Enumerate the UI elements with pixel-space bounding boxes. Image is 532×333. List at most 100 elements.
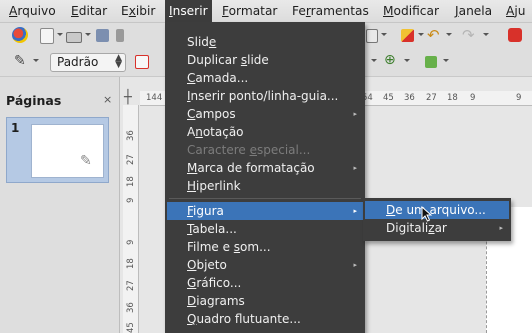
menu-modificar-accel: M — [383, 4, 394, 18]
menu-item-digitalizar[interactable]: Digitalizar ▸ — [365, 219, 509, 237]
menu-formatar-accel: F — [222, 4, 229, 18]
menu-exibir[interactable]: Exibir — [117, 0, 159, 22]
item-text: iperlink — [196, 179, 241, 193]
pages-pane-title: Páginas — [6, 93, 62, 108]
select-dropdown-icon[interactable] — [33, 59, 39, 62]
vertical-ruler[interactable]: 36 27 18 9 9 18 27 36 45 — [123, 105, 139, 333]
clone-formatting-icon[interactable] — [401, 29, 414, 42]
line-style-value: Padrão — [57, 55, 99, 69]
menu-inserir[interactable]: Inserir — [165, 0, 212, 22]
feather-icon: ✎ — [80, 153, 92, 169]
menu-item-slide[interactable]: Slide — [167, 33, 216, 51]
menu-editar[interactable]: Editar — [67, 0, 111, 22]
template-dropdown-icon[interactable] — [57, 33, 63, 36]
menu-janela[interactable]: Janela — [451, 0, 496, 22]
item-text: ar — [434, 221, 447, 235]
ruler-tick: 45 — [126, 322, 136, 333]
item-text: abela... — [192, 222, 237, 236]
template-icon[interactable] — [40, 28, 54, 44]
ruler-tick: 144 — [146, 93, 163, 103]
menu-modificar[interactable]: Modificar — [379, 0, 443, 22]
menu-item-hiperlink[interactable]: Hiperlink — [167, 177, 241, 195]
menu-ajuda[interactable]: Aju — [502, 0, 529, 22]
save-icon[interactable] — [96, 29, 109, 42]
item-text: ampos — [195, 107, 236, 121]
redo-dropdown-icon[interactable] — [483, 33, 489, 36]
menu-item-tabela[interactable]: Tabela... — [167, 220, 237, 238]
area-style-icon[interactable] — [135, 55, 149, 69]
item-text: igura — [193, 204, 224, 218]
item-text: uadro flutuante... — [196, 312, 301, 326]
slide-thumbnail[interactable]: 1 ✎ — [6, 117, 109, 183]
item-accel: H — [187, 179, 197, 193]
menu-exibir-accel: x — [128, 4, 136, 18]
redo-icon[interactable]: ↷ — [462, 26, 475, 44]
menu-exibir-label: ibir — [135, 4, 156, 18]
ruler-tick: 18 — [126, 258, 136, 269]
open-dropdown-icon[interactable] — [85, 33, 91, 36]
menu-item-figura[interactable]: Figura ▸ — [167, 202, 363, 220]
item-text: Caractere — [187, 143, 250, 157]
undo-dropdown-icon[interactable] — [446, 33, 452, 36]
paste-icon[interactable] — [366, 29, 378, 43]
item-text: nserir ponto/linha-guia... — [190, 89, 339, 103]
item-text: Slid — [187, 35, 209, 49]
chart-icon[interactable] — [508, 28, 522, 42]
open-icon[interactable] — [66, 32, 82, 43]
menu-item-marca-formatacao[interactable]: Marca de formatação ▸ — [167, 159, 363, 177]
item-accel: e — [249, 143, 257, 157]
menu-item-filme-som[interactable]: Filme e som... — [167, 238, 271, 256]
select-arrow-icon[interactable]: ✎ — [14, 53, 26, 69]
new-document-icon[interactable] — [12, 27, 28, 43]
menu-item-camada[interactable]: Camada... — [167, 69, 248, 87]
menu-item-anotacao[interactable]: Anotação — [167, 123, 244, 141]
menu-ferramentas-pre: Fe — [292, 4, 306, 18]
item-accel: e — [208, 35, 217, 49]
menu-item-caractere-especial: Caractere especial... — [167, 141, 310, 159]
figura-submenu: De um arquivo... Digitalizar ▸ — [363, 198, 511, 241]
insert-menu: Slide Duplicar slide Camada... Inserir p… — [165, 22, 365, 333]
arrow-style-dropdown-icon[interactable] — [371, 59, 377, 62]
item-text: iagrams — [196, 294, 245, 308]
menu-item-diagrams[interactable]: Diagrams — [167, 292, 245, 310]
item-text: bjeto — [196, 258, 227, 272]
menu-editar-label: ditar — [78, 4, 108, 18]
export-icon[interactable] — [116, 29, 124, 42]
menu-item-duplicar-slide[interactable]: Duplicar slide — [167, 51, 269, 69]
item-text: arca de formatação — [197, 161, 315, 175]
spin-arrows-icon: ▲ ▼ — [115, 53, 122, 70]
item-text: om... — [240, 240, 271, 254]
menu-arquivo[interactable]: Arquivo — [5, 0, 60, 22]
slide-number: 1 — [11, 121, 20, 135]
menu-formatar[interactable]: Formatar — [218, 0, 281, 22]
submenu-arrow-icon: ▸ — [353, 164, 357, 172]
line-style-select[interactable]: Padrão ▲ ▼ — [50, 53, 126, 72]
crosshair-icon[interactable]: ⊕ — [384, 52, 396, 68]
undo-icon[interactable]: ↶ — [427, 26, 440, 44]
shape-dropdown-icon[interactable] — [443, 59, 449, 62]
item-text: Filme e — [187, 240, 234, 254]
paste-dropdown-icon[interactable] — [381, 33, 387, 36]
menu-formatar-label: ormatar — [228, 4, 278, 18]
close-icon[interactable]: × — [103, 93, 112, 106]
item-text: A — [187, 125, 196, 139]
slide-preview: ✎ — [31, 124, 104, 178]
menu-modificar-label: odificar — [393, 4, 439, 18]
ruler-tick: 9 — [126, 239, 136, 245]
clone-dropdown-icon[interactable] — [418, 33, 424, 36]
menu-ferramentas[interactable]: Ferramentas — [288, 0, 373, 22]
ruler-tick: 36 — [126, 302, 136, 313]
menu-item-grafico[interactable]: Gráfico... — [167, 274, 241, 292]
menu-item-objeto[interactable]: Objeto ▸ — [167, 256, 363, 274]
crosshair-dropdown-icon[interactable] — [404, 59, 410, 62]
menu-item-campos[interactable]: Campos ▸ — [167, 105, 363, 123]
menu-item-de-um-arquivo[interactable]: De um arquivo... — [365, 201, 509, 219]
menu-separator — [169, 198, 361, 199]
menubar: Arquivo Editar Exibir Inserir Formatar F… — [0, 0, 532, 23]
menu-item-quadro-flutuante[interactable]: Quadro flutuante... — [167, 310, 301, 328]
menu-janela-label: anela — [458, 4, 493, 18]
green-shape-icon[interactable] — [425, 56, 437, 68]
menu-item-inserir-ponto[interactable]: Inserir ponto/linha-guia... — [167, 87, 338, 105]
ruler-tick: 45 — [383, 93, 394, 103]
menu-editar-accel: E — [71, 4, 79, 18]
